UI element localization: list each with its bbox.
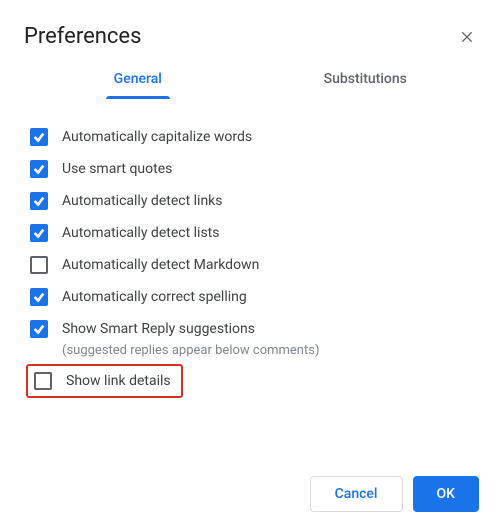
checkbox-correctspelling[interactable]: [30, 288, 48, 306]
dialog-title: Preferences: [24, 24, 141, 49]
option-label: Use smart quotes: [62, 161, 172, 177]
options-panel: Automatically capitalize words Use smart…: [24, 121, 479, 462]
option-smartreply: Show Smart Reply suggestions: [30, 313, 479, 345]
cancel-button[interactable]: Cancel: [310, 476, 403, 512]
highlight-box: Show link details: [26, 364, 183, 398]
checkbox-smartquotes[interactable]: [30, 160, 48, 178]
option-label: Automatically capitalize words: [62, 129, 252, 145]
option-correctspelling: Automatically correct spelling: [30, 281, 479, 313]
option-detectlists: Automatically detect lists: [30, 217, 479, 249]
option-label: Automatically detect Markdown: [62, 257, 259, 273]
option-detectlinks: Automatically detect links: [30, 185, 479, 217]
option-label: Show Smart Reply suggestions: [62, 321, 255, 337]
checkbox-linkdetails[interactable]: [34, 372, 52, 390]
close-icon[interactable]: [455, 25, 479, 49]
tabs: General Substitutions: [24, 61, 479, 99]
option-detectmarkdown: Automatically detect Markdown: [30, 249, 479, 281]
option-label: Show link details: [66, 373, 171, 389]
preferences-dialog: Preferences General Substitutions Automa…: [0, 0, 503, 532]
checkbox-detectlists[interactable]: [30, 224, 48, 242]
option-label: Automatically correct spelling: [62, 289, 247, 305]
option-label: Automatically detect lists: [62, 225, 219, 241]
dialog-header: Preferences: [24, 24, 479, 49]
tab-general[interactable]: General: [24, 61, 252, 99]
checkbox-smartreply[interactable]: [30, 320, 48, 338]
checkbox-detectlinks[interactable]: [30, 192, 48, 210]
checkbox-detectmarkdown[interactable]: [30, 256, 48, 274]
option-label: Automatically detect links: [62, 193, 223, 209]
ok-button[interactable]: OK: [413, 476, 480, 512]
option-linkdetails: Show link details: [30, 370, 175, 392]
smartreply-hint: (suggested replies appear below comments…: [62, 343, 479, 358]
option-smartquotes: Use smart quotes: [30, 153, 479, 185]
tab-substitutions[interactable]: Substitutions: [252, 61, 480, 99]
checkbox-capitalize[interactable]: [30, 128, 48, 146]
dialog-footer: Cancel OK: [24, 476, 479, 512]
option-capitalize: Automatically capitalize words: [30, 121, 479, 153]
